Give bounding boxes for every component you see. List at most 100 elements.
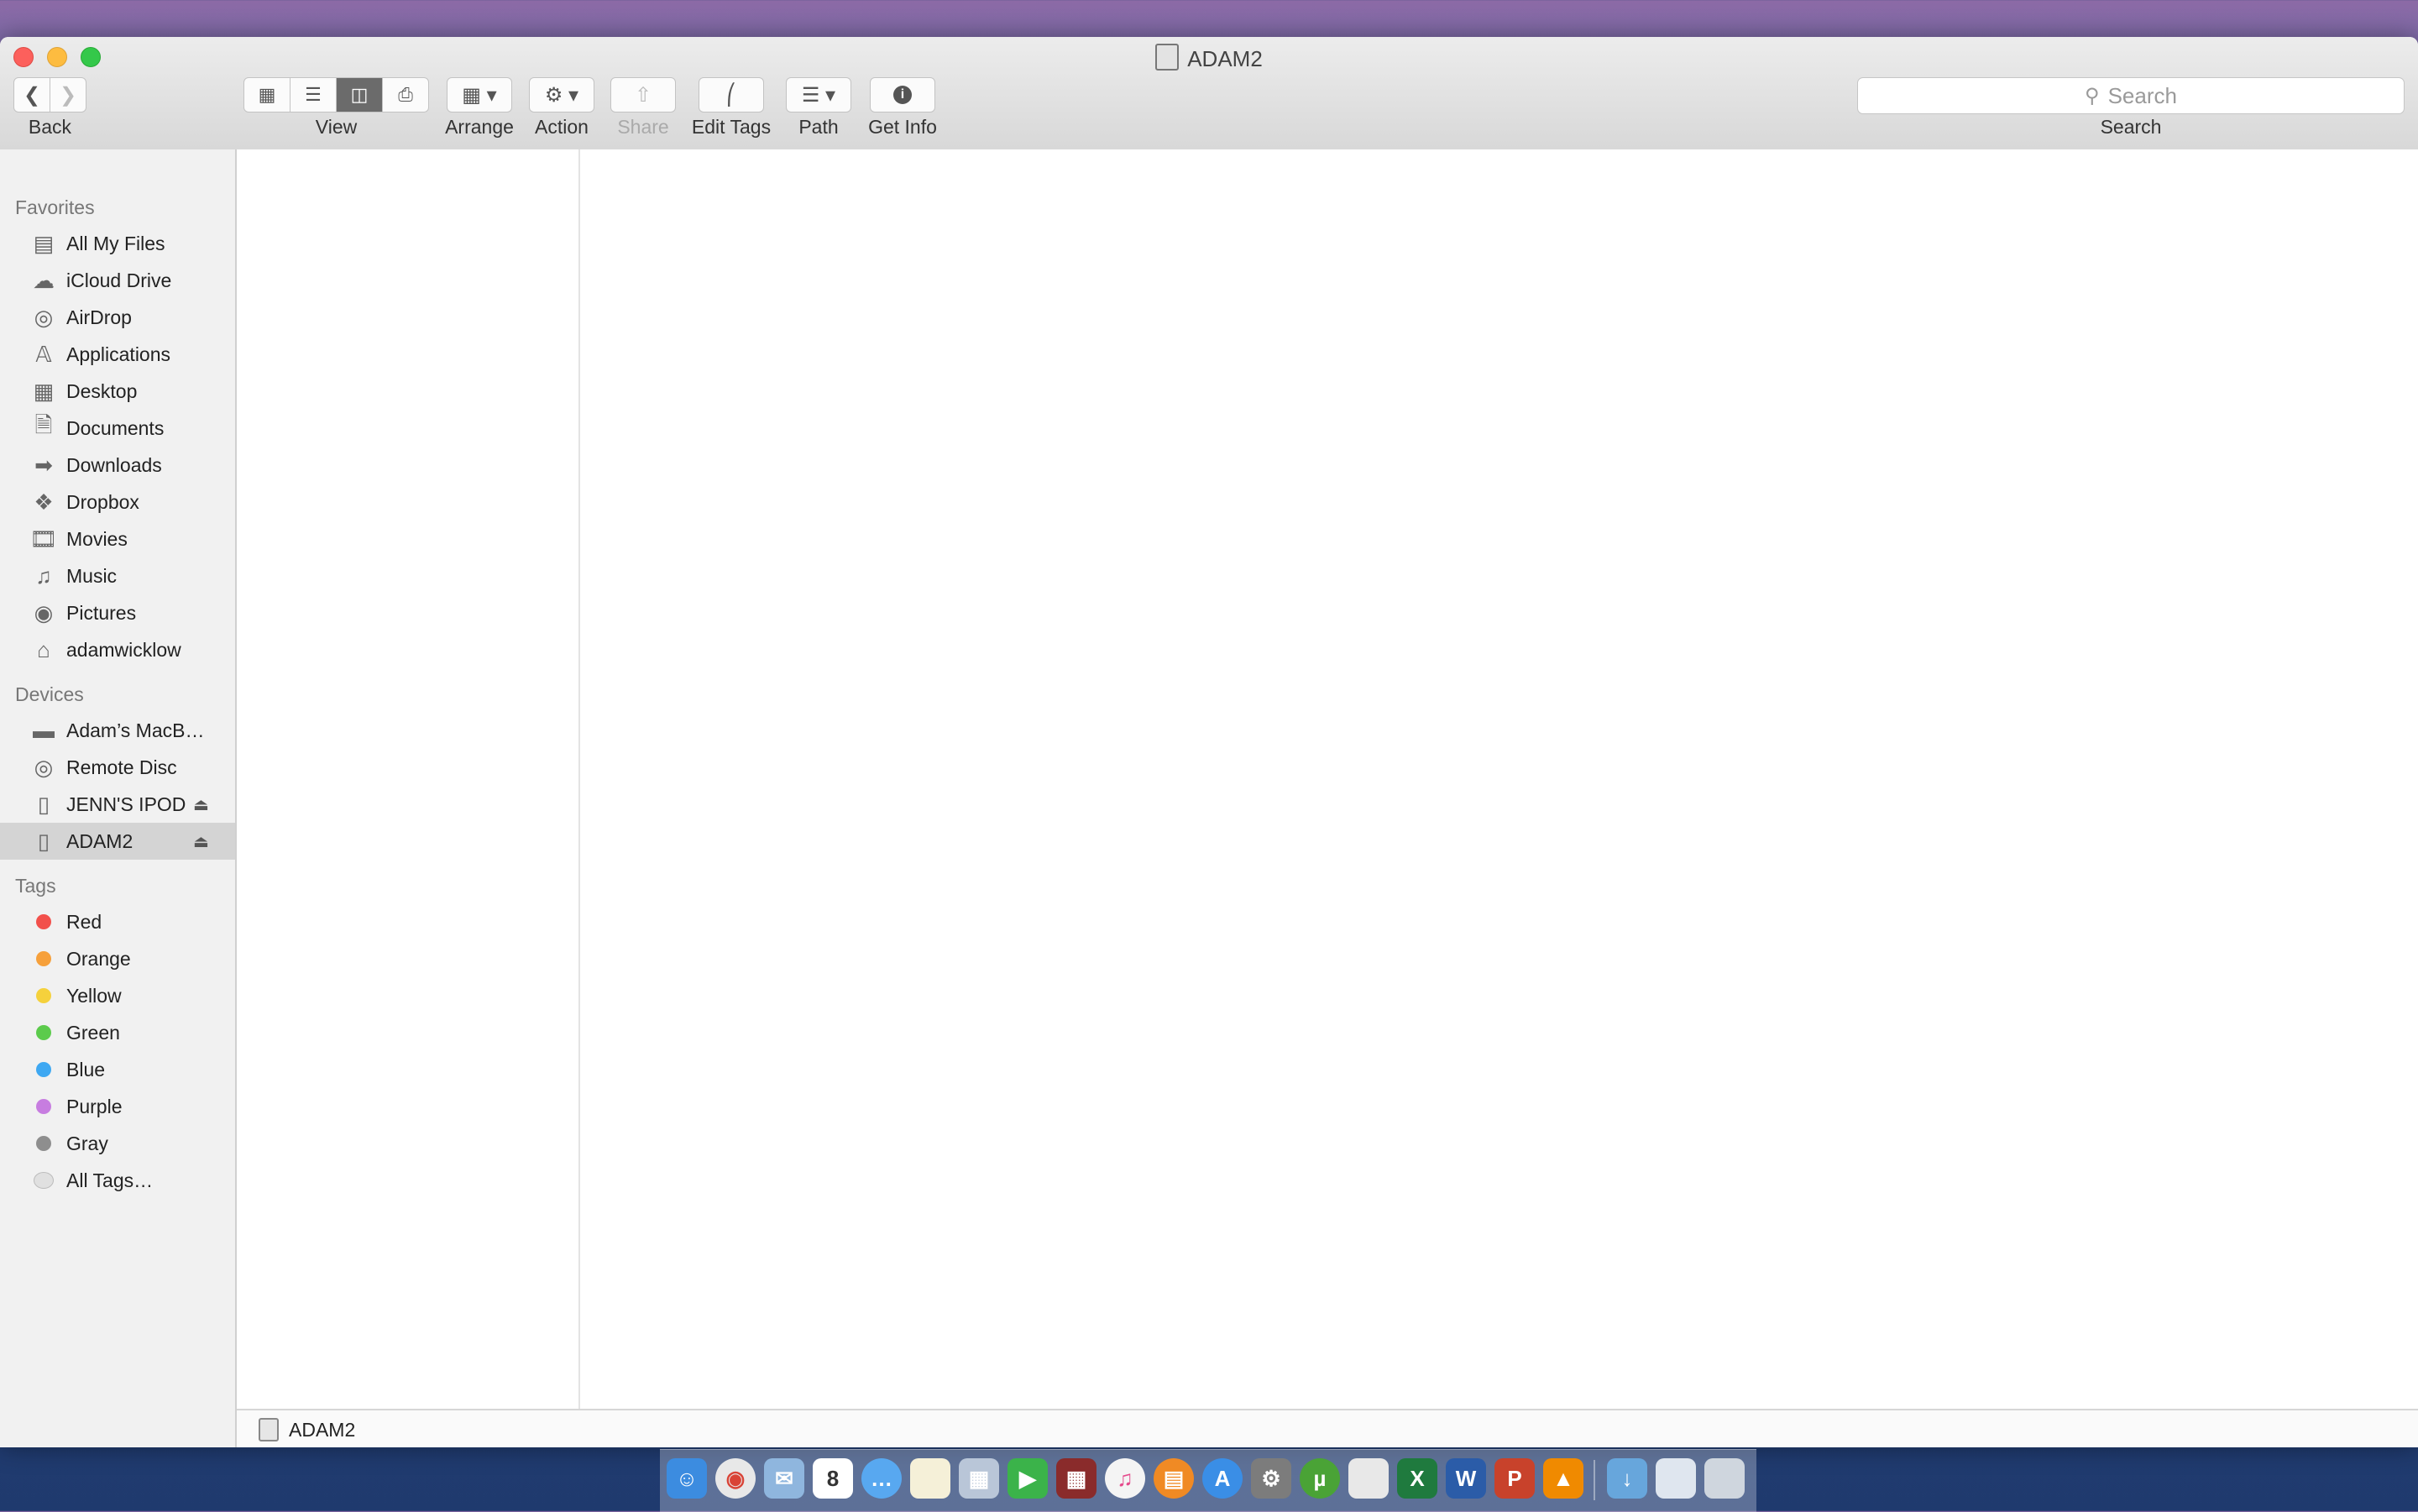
info-icon: i [893,86,912,104]
sidebar-item-desktop[interactable]: ▦ Desktop [0,373,235,410]
mail-icon[interactable]: ✉ [764,1458,804,1499]
cover-flow-button[interactable]: ⎙ [382,77,429,112]
sidebar-tag-purple[interactable]: Purple [0,1088,235,1125]
downloads-folder-icon[interactable]: ↓ [1607,1458,1647,1499]
utorrent-icon[interactable]: µ [1300,1458,1340,1499]
sidebar-item-home[interactable]: ⌂ adamwicklow [0,631,235,668]
dock-divider [1594,1460,1595,1500]
icon-view-button[interactable]: ▦ [243,77,290,112]
forward-button[interactable]: ❯ [50,77,86,112]
path-label: Path [798,116,839,138]
script-icon[interactable] [1348,1458,1389,1499]
trash-icon[interactable] [1704,1458,1745,1499]
finder-icon[interactable]: ☺ [667,1458,707,1499]
sidebar-tag-orange[interactable]: Orange [0,940,235,977]
arrange-button[interactable]: ▦ ▾ [447,77,512,112]
sidebar-item-airdrop[interactable]: ◎ AirDrop [0,299,235,336]
sidebar-tag-yellow[interactable]: Yellow [0,977,235,1014]
all-tags-icon [34,1172,54,1189]
eject-icon[interactable]: ⏏ [193,794,209,815]
back-button[interactable]: ❮ [13,77,50,112]
share-icon: ⇧ [634,83,652,107]
excel-icon[interactable]: X [1397,1458,1437,1499]
chrome-icon[interactable]: ◉ [715,1458,756,1499]
music-icon: ♫ [35,562,52,589]
share-button[interactable]: ⇧ [610,77,676,112]
sidebar-item-music[interactable]: ♫ Music [0,557,235,594]
path-bar-item[interactable]: ADAM2 [289,1419,355,1441]
sidebar-tag-all-tags[interactable]: All Tags… [0,1162,235,1199]
app-store-icon[interactable]: A [1202,1458,1243,1499]
list-view-button[interactable]: ☰ [290,77,337,112]
tag-icon: ⎛ [726,83,736,107]
sidebar-item-all-my-files[interactable]: ▤ All My Files [0,225,235,262]
documents-stack-icon[interactable] [1656,1458,1696,1499]
messages-icon[interactable]: … [861,1458,902,1499]
search-label: Search [2100,116,2162,138]
path-bar: ADAM2 [237,1409,2418,1447]
back-label: Back [28,116,72,138]
sidebar-item-macbook[interactable]: ▬ Adam’s MacB… [0,712,235,749]
preview-icon[interactable]: ▦ [959,1458,999,1499]
itunes-icon[interactable]: ♫ [1105,1458,1145,1499]
sidebar-tag-blue[interactable]: Blue [0,1051,235,1088]
list-icon: ☰ [305,84,322,105]
sidebar-tag-red[interactable]: Red [0,903,235,940]
vlc-icon[interactable]: ▲ [1543,1458,1583,1499]
sidebar-item-documents[interactable]: 🗎 Documents [0,410,235,447]
sidebar-item-movies[interactable]: 🎞 Movies [0,521,235,557]
movies-icon: 🎞 [29,526,58,552]
sidebar-item-jenns-ipod[interactable]: ▯ JENN'S IPOD ⏏ [0,786,235,823]
path-button[interactable]: ☰ ▾ [786,77,851,112]
gear-icon: ⚙ ▾ [544,83,579,107]
sidebar-item-downloads[interactable]: ➡ Downloads [0,447,235,484]
applications-icon: 𝔸 [35,341,52,367]
action-button[interactable]: ⚙ ▾ [529,77,594,112]
system-preferences-icon[interactable]: ⚙ [1251,1458,1291,1499]
purple-dot-icon [36,1099,51,1114]
downloads-icon: ➡ [34,452,53,478]
edit-tags-label: Edit Tags [691,116,772,138]
yellow-dot-icon [36,988,51,1003]
word-icon[interactable]: W [1446,1458,1486,1499]
cloud-icon: ☁ [33,267,55,293]
arrange-label: Arrange [445,116,514,138]
devices-header: Devices [15,683,84,705]
sidebar-tag-gray[interactable]: Gray [0,1125,235,1162]
chevron-right-icon: ❯ [59,83,77,107]
finder-window: ADAM2 ❮ ❯ Back ▦ ☰ ◫ ⎙ View ▦ ▾ Arrange … [0,37,2418,1447]
column-view-button[interactable]: ◫ [336,77,383,112]
eject-icon[interactable]: ⏏ [193,831,209,852]
facetime-icon[interactable]: ▶ [1008,1458,1048,1499]
sidebar-item-icloud-drive[interactable]: ☁ iCloud Drive [0,262,235,299]
sidebar-item-remote-disc[interactable]: ◎ Remote Disc [0,749,235,786]
drive-icon: ▯ [37,828,50,854]
drive-icon [259,1418,279,1441]
tags-header: Tags [15,875,56,897]
favorites-header: Favorites [15,196,95,218]
columns-icon: ◫ [350,84,369,105]
arrange-icon: ▦ ▾ [462,83,497,107]
all-files-icon: ▤ [33,230,55,256]
notes-icon[interactable] [910,1458,950,1499]
sidebar-item-pictures[interactable]: ◉ Pictures [0,594,235,631]
get-info-button[interactable]: i [870,77,935,112]
airdrop-icon: ◎ [34,304,54,330]
ibooks-icon[interactable]: ▤ [1154,1458,1194,1499]
sidebar-item-adam2[interactable]: ▯ ADAM2 ⏏ [0,823,235,860]
powerpoint-icon[interactable]: P [1494,1458,1535,1499]
sidebar: Favorites ▤ All My Files ☁ iCloud Drive ◎ A… [0,149,237,1447]
disc-icon: ◎ [34,754,54,780]
path-icon: ☰ ▾ [801,83,836,107]
sidebar-item-applications[interactable]: 𝔸 Applications [0,336,235,373]
search-field[interactable]: ⚲ Search [1857,77,2405,114]
edit-tags-button[interactable]: ⎛ [699,77,764,112]
laptop-icon: ▬ [33,717,55,743]
column-browser[interactable]: ADAM2 [237,149,2418,1447]
photo-booth-icon[interactable]: ▦ [1056,1458,1096,1499]
calendar-icon[interactable]: 8 [813,1458,853,1499]
sidebar-tag-green[interactable]: Green [0,1014,235,1051]
sidebar-item-dropbox[interactable]: ❖ Dropbox [0,484,235,521]
column-divider[interactable] [578,149,580,1409]
desktop-icon: ▦ [33,378,55,404]
